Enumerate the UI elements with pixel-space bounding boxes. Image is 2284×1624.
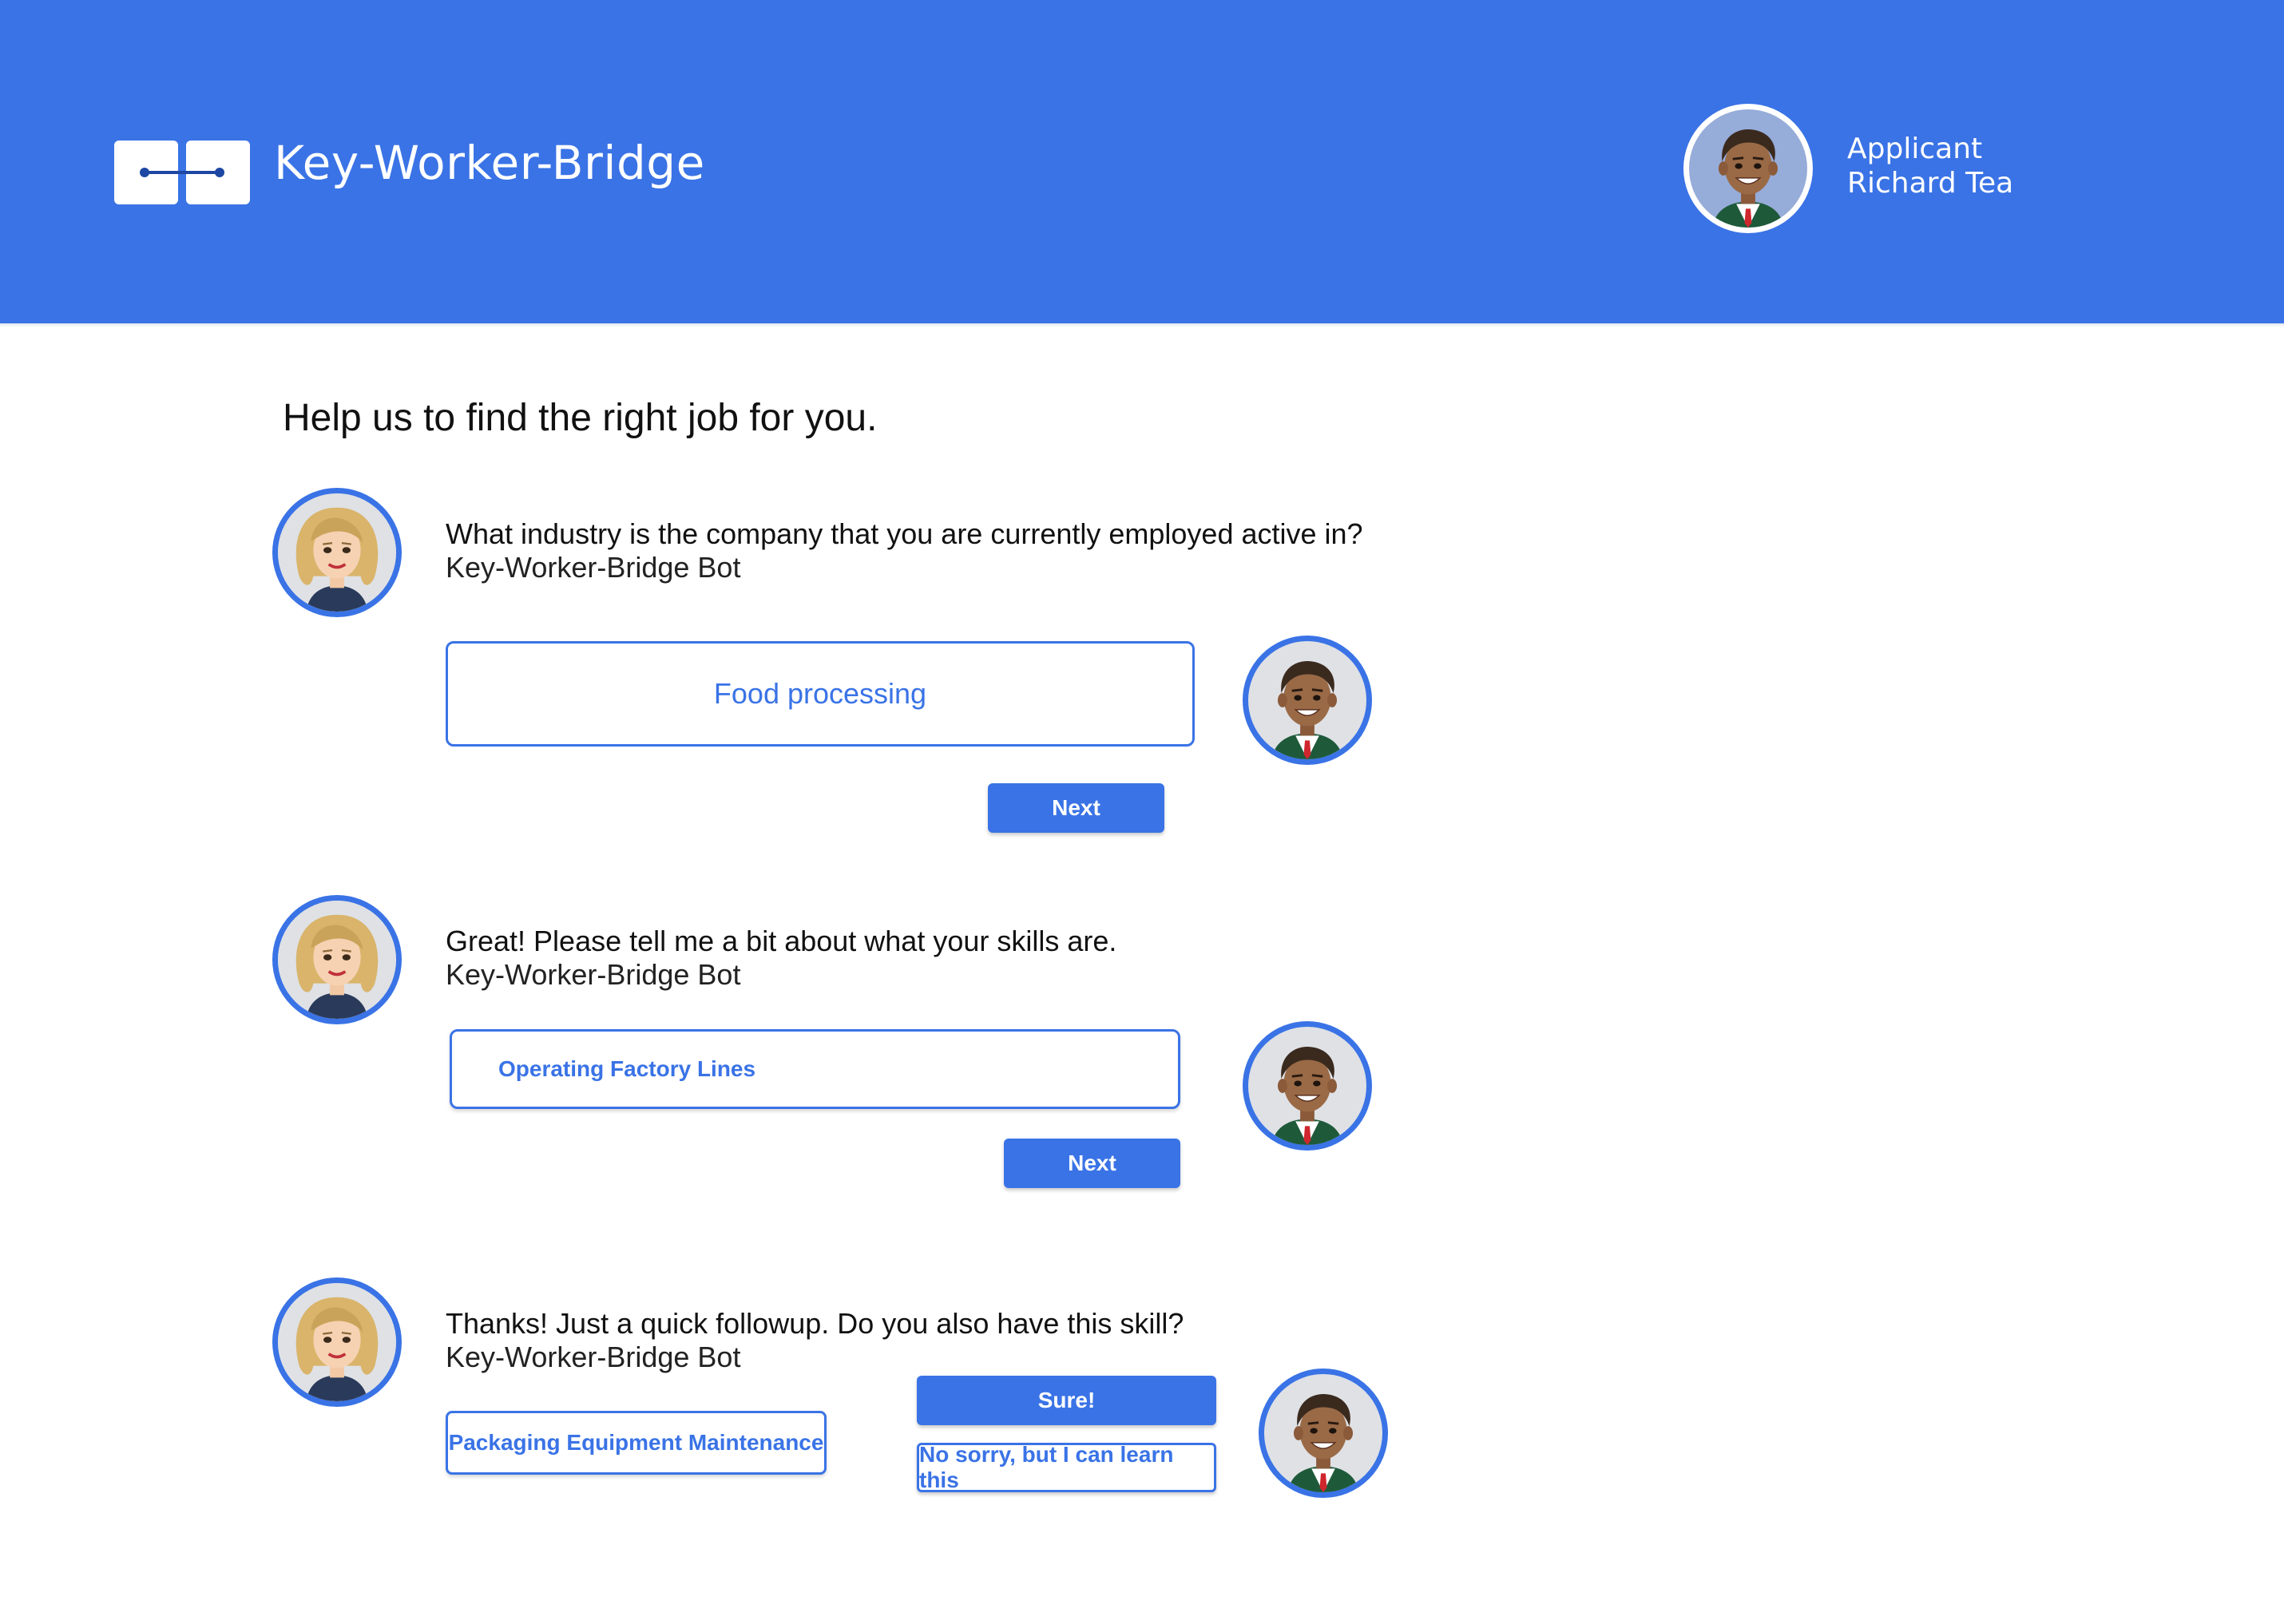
user-face-icon [1689, 109, 1807, 228]
user-face-icon [1248, 641, 1366, 759]
user-avatar-reply [1243, 636, 1372, 765]
user-avatar-reply [1243, 1021, 1372, 1151]
bot-sender-label: Key-Worker-Bridge Bot [446, 1341, 741, 1373]
bot-avatar [272, 895, 402, 1024]
app-title: Key-Worker-Bridge [274, 136, 705, 190]
bot-question: What industry is the company that you ar… [446, 517, 1363, 550]
app-logo-icon[interactable] [114, 141, 250, 204]
user-face-icon [1248, 1027, 1366, 1145]
bot-sender-label: Key-Worker-Bridge Bot [446, 551, 741, 584]
bot-avatar [272, 488, 402, 617]
user-avatar[interactable] [1683, 104, 1813, 233]
bot-question: Great! Please tell me a bit about what y… [446, 925, 1117, 957]
skill-chip: Packaging Equipment Maintenance [446, 1411, 827, 1475]
user-role-label: Applicant [1847, 133, 1983, 165]
bot-face-icon [278, 493, 396, 612]
next-button[interactable]: Next [988, 783, 1164, 833]
user-face-icon [1264, 1374, 1382, 1492]
bot-face-icon [278, 901, 396, 1019]
page-title: Help us to find the right job for you. [283, 397, 878, 439]
learn-skill-button[interactable]: No sorry, but I can learn this [917, 1442, 1216, 1492]
industry-answer-field[interactable]: Food processing [446, 641, 1195, 747]
user-name-label: Richard Tea [1847, 167, 2014, 200]
bot-face-icon [278, 1283, 396, 1401]
next-button[interactable]: Next [1004, 1139, 1180, 1188]
user-avatar-reply [1259, 1369, 1388, 1498]
bot-avatar [272, 1277, 402, 1407]
skills-answer-field[interactable]: Operating Factory Lines [450, 1029, 1180, 1109]
bot-question: Thanks! Just a quick followup. Do you al… [446, 1307, 1184, 1340]
sure-button[interactable]: Sure! [917, 1376, 1216, 1425]
header-divider [0, 323, 2284, 327]
bot-sender-label: Key-Worker-Bridge Bot [446, 958, 741, 991]
